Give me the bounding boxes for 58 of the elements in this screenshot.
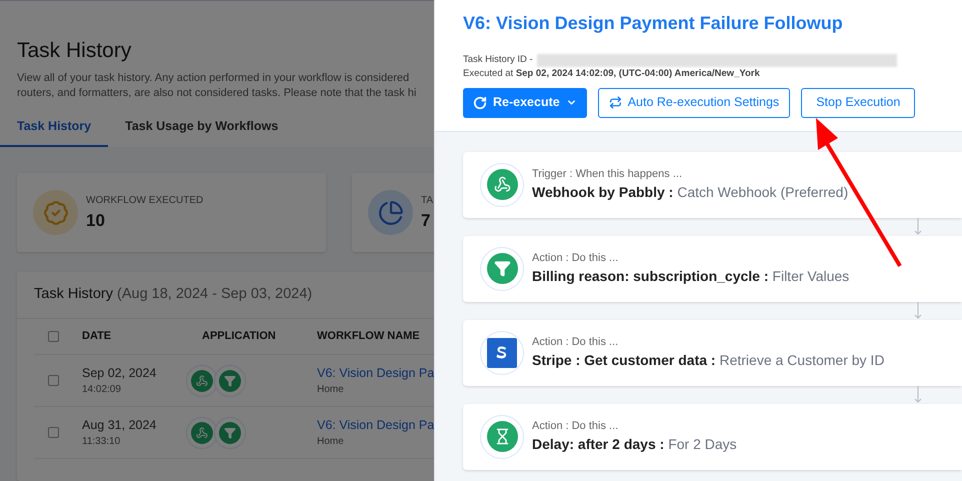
page-description: View all of your task history. Any action performed in your workflow is considered [17,70,410,86]
executed-text: Executed at Sep 02, 2024 14:02:09, (UTC-04:00) America/New_York [463,67,761,82]
step-title: Stripe : Get customer data : Retrieve a Customer by ID [532,351,884,370]
repeat-icon [608,96,622,109]
time-text: 14:02:09 [82,383,122,398]
step-card[interactable]: Trigger : When this happens ... Webhook by Pabbly : Catch Webhook (Preferred) [463,152,962,218]
stripe-app-icon [480,330,524,374]
workflow-link[interactable]: V6: Vision Design Pa [317,364,434,382]
page-title: Task History [17,38,132,64]
step-title: Billing reason: subscription_cycle : Filter Values [532,267,850,286]
stat-value: 7 [421,210,432,232]
step-label: Action : Do this ... [532,334,620,350]
row-checkbox[interactable] [48,375,59,386]
step-title: Webhook by Pabbly : Catch Webhook (Preferred) [532,183,848,202]
down-arrow-icon [914,386,922,404]
pie-chart-icon [368,190,413,236]
webhook-app-icon [186,364,218,396]
folder-text: Home [317,383,345,398]
check-badge-icon [33,190,78,236]
down-arrow-icon [914,218,922,236]
filter-app-icon [214,416,246,448]
stat-value: 10 [86,210,106,232]
stop-execution-button[interactable]: Stop Execution [801,88,916,118]
re-execute-button[interactable]: Re-execute [463,88,587,118]
modal-backdrop[interactable] [0,0,434,481]
column-header: APPLICATION [202,329,277,344]
auto-re-execution-settings-button[interactable]: Auto Re-execution Settings [598,88,790,118]
task-history-id-label: Task History ID - [463,53,533,67]
step-label: Trigger : When this happens ... [532,166,683,182]
date-text: Aug 31, 2024 [82,416,158,434]
down-arrow-icon [914,302,922,320]
select-all-checkbox[interactable] [48,331,59,342]
row-checkbox[interactable] [48,427,59,438]
step-title: Delay: after 2 days : For 2 Days [532,435,737,454]
column-header: WORKFLOW NAME [317,329,420,344]
step-card[interactable]: Action : Do this ... Delay: after 2 days : For 2 Days [463,404,962,470]
workflow-link[interactable]: V6: Vision Design Pa [317,416,434,434]
filter-app-icon [480,246,524,290]
step-card[interactable]: Action : Do this ... Billing reason: subscription_cycle : Filter Values [463,236,962,302]
step-label: Action : Do this ... [532,418,620,434]
time-text: 11:33:10 [82,435,122,450]
stat-label: TA [421,194,434,208]
folder-text: Home [317,435,345,450]
tab[interactable]: Task History [0,108,108,148]
page-description: routers, and formatters, are also not considered tasks. Please note that the task hi [17,86,416,100]
column-header: DATE [82,329,112,344]
hourglass-app-icon [480,414,524,458]
step-label: Action : Do this ... [532,250,620,266]
table-title: Task History (Aug 18, 2024 - Sep 03, 2024) [17,272,434,319]
tab[interactable]: Task Usage by Workflows [108,108,296,148]
filter-app-icon [214,364,246,396]
step-card[interactable]: Action : Do this ... Stripe : Get customer data : Retrieve a Customer by ID [463,320,962,386]
webhook-app-icon [186,416,218,448]
stat-label: WORKFLOW EXECUTED [86,194,204,208]
panel-title: V6: Vision Design Payment Failure Followup [463,12,844,35]
rotate-icon [473,96,487,110]
date-text: Sep 02, 2024 [82,364,158,382]
webhook-app-icon [480,162,524,206]
